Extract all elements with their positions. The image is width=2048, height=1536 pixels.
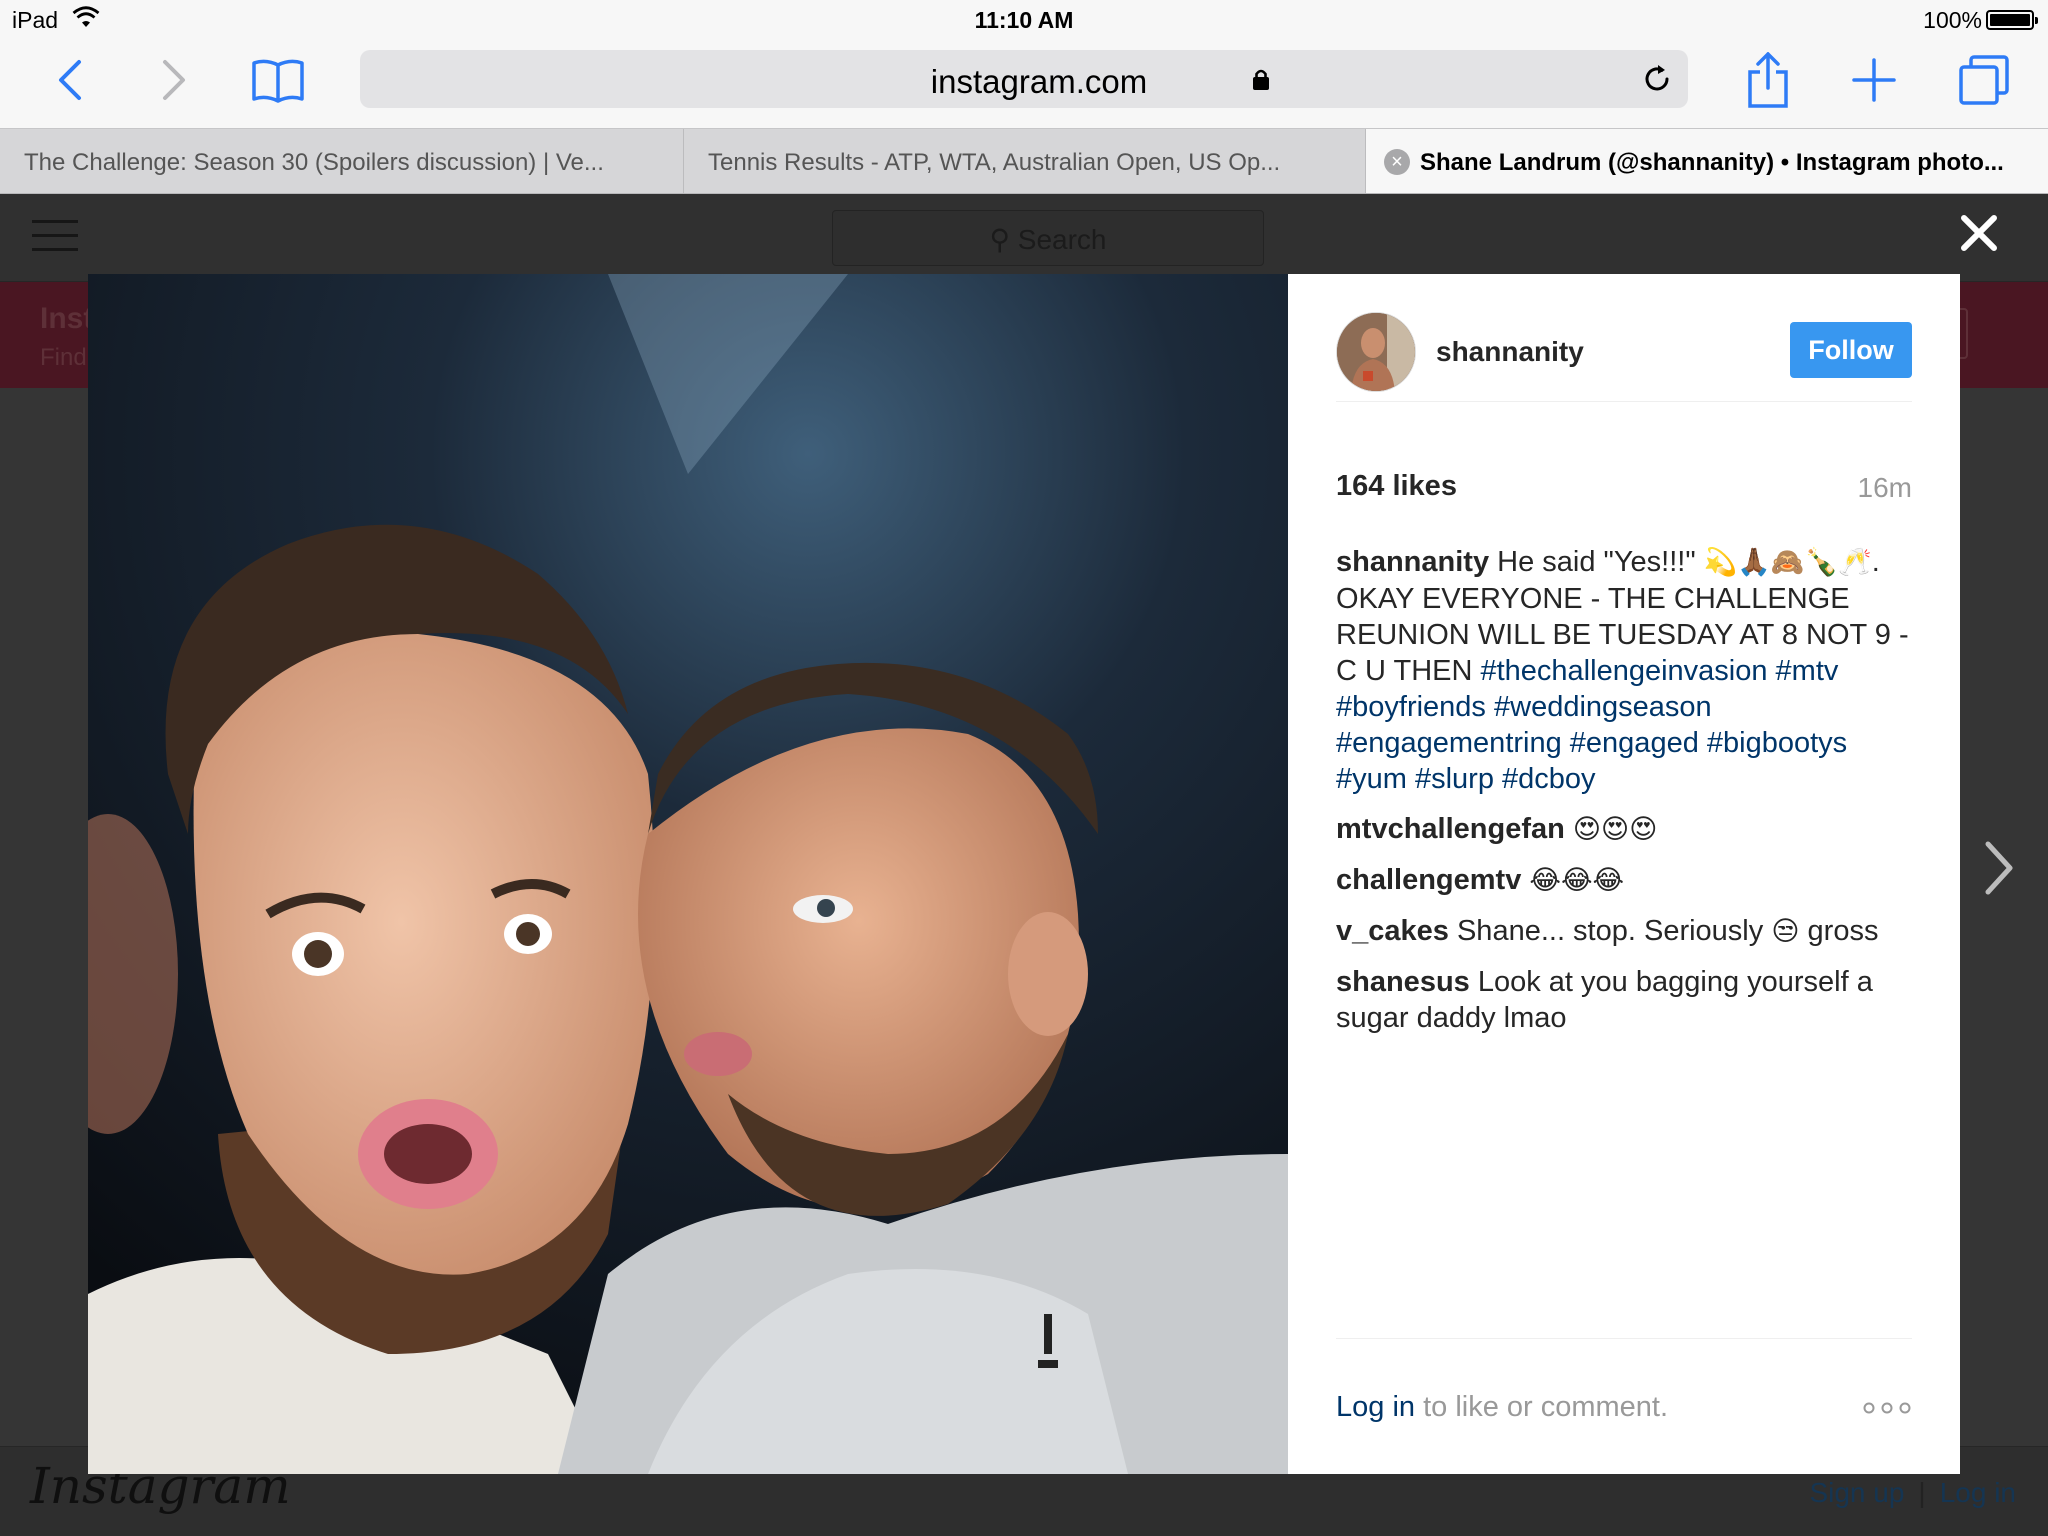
- post-username[interactable]: shannanity: [1436, 336, 1584, 368]
- share-icon: [1748, 52, 1788, 108]
- plus-icon: [1852, 58, 1896, 102]
- instagram-top-nav: ⚲ Search: [0, 194, 2048, 282]
- comment-item: challengemtv 😂😂😂: [1336, 862, 1926, 899]
- share-button[interactable]: [1738, 50, 1798, 110]
- tab-tennis[interactable]: Tennis Results - ATP, WTA, Australian Op…: [684, 129, 1366, 193]
- post-header: shannanity Follow: [1336, 310, 1912, 402]
- hashtag-link[interactable]: #dcboy: [1502, 763, 1596, 795]
- avatar[interactable]: [1336, 312, 1416, 392]
- comment-item: v_cakes Shane... stop. Seriously 😒 gross: [1336, 913, 1926, 950]
- follow-button[interactable]: Follow: [1790, 322, 1912, 378]
- banner-subtitle: Find: [40, 344, 87, 371]
- hashtag-link[interactable]: #weddingseason: [1494, 691, 1712, 723]
- search-placeholder: Search: [1017, 224, 1107, 255]
- comment-item: shanesus Look at you bagging yourself a …: [1336, 964, 1926, 1036]
- comment-username[interactable]: shanesus: [1336, 966, 1470, 998]
- comment-username[interactable]: challengemtv: [1336, 864, 1521, 896]
- tabs-overview-button[interactable]: [1954, 50, 2014, 110]
- footer-login-link[interactable]: Log in: [1940, 1477, 2016, 1508]
- address-bar[interactable]: instagram.com: [360, 50, 1688, 108]
- post-footer: Log in to like or comment.: [1336, 1338, 1912, 1474]
- more-options-icon[interactable]: [1862, 1401, 1912, 1415]
- status-bar: iPad 11:10 AM 100%: [0, 0, 2048, 42]
- selfie-image: [88, 274, 1288, 1474]
- reload-icon[interactable]: [1640, 62, 1674, 96]
- login-link[interactable]: Log in: [1336, 1391, 1415, 1423]
- next-post-arrow-icon[interactable]: [1980, 840, 2016, 896]
- comment-username[interactable]: v_cakes: [1336, 915, 1449, 947]
- hashtag-link[interactable]: #engagementring: [1336, 727, 1562, 759]
- post-time-ago: 16m: [1857, 472, 1912, 503]
- post-photo[interactable]: [88, 274, 1288, 1474]
- tab-bar: The Challenge: Season 30 (Spoilers discu…: [0, 128, 2048, 194]
- bookmarks-button[interactable]: [248, 50, 308, 110]
- comment-text-after: gross: [1807, 915, 1879, 947]
- close-tab-icon[interactable]: ×: [1384, 149, 1410, 175]
- comment-username[interactable]: mtvchallengefan: [1336, 813, 1565, 845]
- post-sidebar: shannanity Follow 164 likes 16m shannani…: [1288, 274, 1960, 1474]
- hashtag-link[interactable]: #engaged: [1570, 727, 1699, 759]
- chevron-left-icon: [59, 60, 81, 100]
- avatar-image: [1337, 313, 1415, 391]
- search-icon: ⚲: [989, 224, 1010, 255]
- tabs-icon: [1959, 55, 2009, 105]
- back-button[interactable]: [40, 50, 100, 110]
- likes-count[interactable]: 164 likes: [1336, 470, 1457, 503]
- new-tab-button[interactable]: [1844, 50, 1904, 110]
- hashtag-link[interactable]: #thechallengeinvasion: [1480, 655, 1767, 687]
- hashtag-link[interactable]: #bigbootys: [1707, 727, 1847, 759]
- search-box[interactable]: ⚲ Search: [832, 210, 1264, 266]
- comment-item: mtvchallengefan 😍😍😍: [1336, 811, 1926, 848]
- tab-instagram[interactable]: × Shane Landrum (@shannanity) • Instagra…: [1366, 129, 2048, 193]
- tab-label: The Challenge: Season 30 (Spoilers discu…: [24, 149, 604, 176]
- battery-percent: 100%: [1923, 7, 1982, 33]
- tab-label: Shane Landrum (@shannanity) • Instagram …: [1420, 149, 2004, 176]
- comments-list: shannanity He said "Yes!!!" 💫🙏🏾🙈🍾🥂. OKAY…: [1336, 544, 1926, 1050]
- tab-label: Tennis Results - ATP, WTA, Australian Op…: [708, 149, 1281, 176]
- login-suffix: to like or comment.: [1423, 1391, 1669, 1423]
- hashtag-link[interactable]: #boyfriends: [1336, 691, 1486, 723]
- comment-emoji: 😒: [1771, 916, 1800, 947]
- caption-text-a: He said "Yes!!!": [1497, 546, 1696, 578]
- hashtag-link[interactable]: #yum: [1336, 763, 1407, 795]
- clock: 11:10 AM: [974, 7, 1074, 33]
- comment-emoji: 😍😍😍: [1572, 814, 1658, 845]
- browser-toolbar: instagram.com: [0, 42, 2048, 128]
- battery-icon: [1986, 10, 2038, 30]
- forward-button[interactable]: [144, 50, 204, 110]
- comment-text: Shane... stop. Seriously: [1456, 915, 1764, 947]
- chevron-right-icon: [163, 60, 185, 100]
- close-modal-icon[interactable]: [1958, 212, 2000, 254]
- caption-emoji: 💫🙏🏾🙈🍾🥂: [1703, 547, 1872, 578]
- post-modal: shannanity Follow 164 likes 16m shannani…: [88, 274, 1960, 1474]
- hashtag-link[interactable]: #mtv: [1776, 655, 1839, 687]
- banner-title: Inst: [40, 302, 94, 335]
- signup-link[interactable]: Sign up: [1809, 1477, 1904, 1508]
- hashtag-link[interactable]: #slurp: [1415, 763, 1494, 795]
- menu-icon[interactable]: [32, 220, 78, 252]
- comment-emoji: 😂😂😂: [1529, 865, 1625, 896]
- url-text: instagram.com: [930, 63, 1148, 100]
- tab-challenge[interactable]: The Challenge: Season 30 (Spoilers discu…: [0, 129, 684, 193]
- caption: shannanity He said "Yes!!!" 💫🙏🏾🙈🍾🥂. OKAY…: [1336, 544, 1926, 797]
- caption-username[interactable]: shannanity: [1336, 546, 1489, 578]
- footer-links: Sign up | Log in: [1809, 1477, 2016, 1509]
- footer-separator: |: [1918, 1477, 1926, 1508]
- book-icon: [252, 59, 304, 103]
- login-prompt: Log in to like or comment.: [1336, 1391, 1668, 1424]
